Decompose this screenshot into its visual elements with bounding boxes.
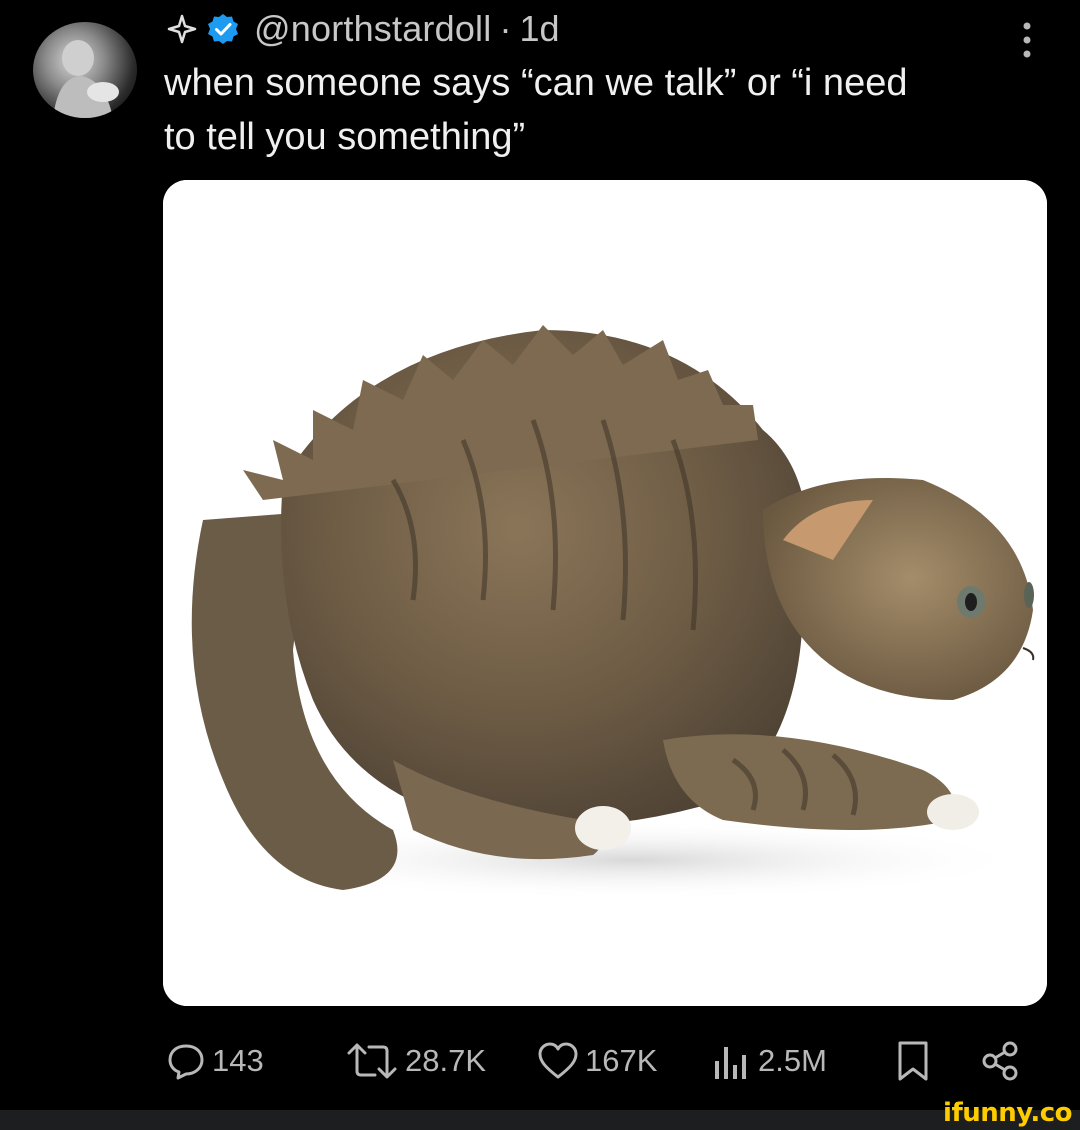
author-handle[interactable]: @northstardoll: [254, 8, 491, 50]
repost-icon: [347, 1043, 397, 1079]
frightened-cat-image: [163, 180, 1047, 1006]
reply-icon: [168, 1044, 204, 1080]
views-icon: [715, 1047, 746, 1079]
like-count: 167K: [585, 1043, 658, 1078]
repost-count: 28.7K: [405, 1043, 487, 1078]
reply-count: 143: [212, 1043, 264, 1078]
reply-button[interactable]: 143: [166, 1030, 264, 1092]
sparkle-icon: [167, 14, 197, 44]
post-text-line: when someone says “can we talk” or “i ne…: [164, 62, 908, 104]
post-text: when someone says “can we talk” or “i ne…: [164, 56, 1044, 164]
bookmark-icon: [898, 1041, 928, 1081]
avatar[interactable]: [33, 22, 137, 118]
share-icon: [982, 1041, 1018, 1081]
bottom-bar: [0, 1110, 1080, 1130]
share-button[interactable]: [980, 1030, 1028, 1092]
views-button[interactable]: 2.5M: [712, 1030, 827, 1092]
post-header: @northstardoll · 1d: [166, 6, 560, 52]
post-text-line: to tell you something”: [164, 116, 526, 158]
bookmark-button[interactable]: [896, 1030, 936, 1092]
action-bar: 143 28.7K 167K 2.5M: [0, 1030, 1080, 1092]
post-image[interactable]: [163, 180, 1047, 1006]
like-icon: [538, 1042, 578, 1079]
ifunny-watermark: ifunny.co: [943, 1098, 1072, 1128]
verified-badge-icon: [208, 14, 238, 44]
views-count: 2.5M: [758, 1043, 827, 1078]
post-age[interactable]: 1d: [519, 8, 559, 50]
like-button[interactable]: 167K: [537, 1030, 657, 1092]
repost-button[interactable]: 28.7K: [345, 1030, 486, 1092]
separator: ·: [499, 8, 512, 49]
